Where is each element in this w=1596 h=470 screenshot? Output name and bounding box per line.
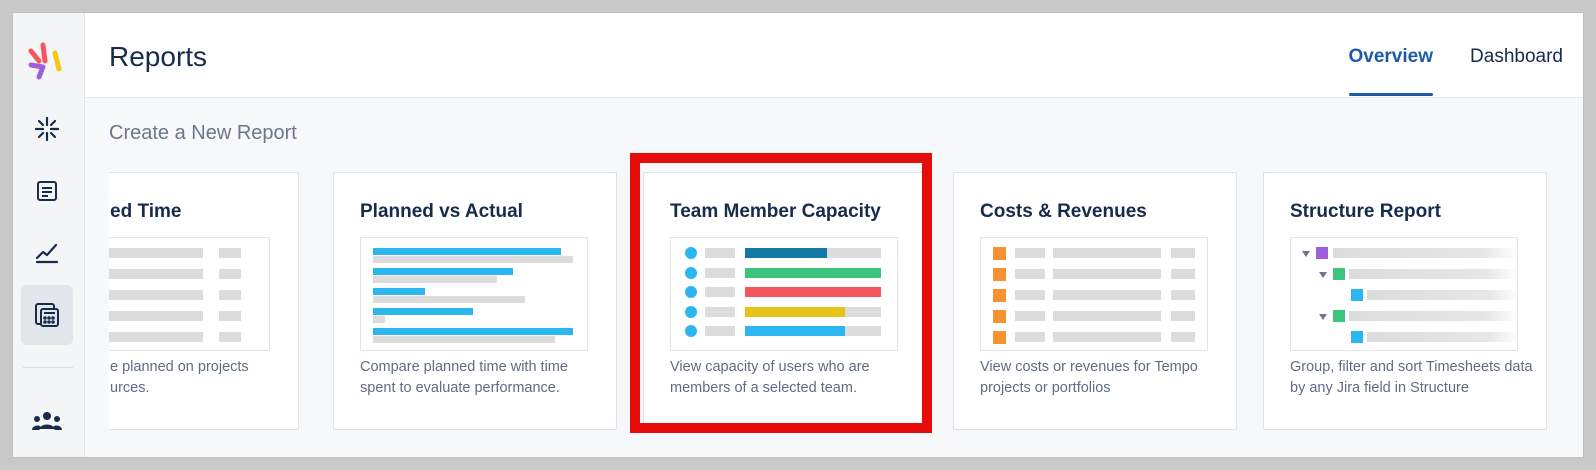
card-title: Team Member Capacity [670,201,881,222]
reports-calculator-icon[interactable] [21,285,73,345]
card-description: Group, filter and sort Timesheets data b… [1290,359,1533,396]
preview-graphic [109,248,241,342]
tab-dashboard[interactable]: Dashboard [1470,46,1563,68]
card-preview [670,237,898,351]
card-title: Structure Report [1290,201,1441,222]
card-preview [109,237,270,351]
sidebar [13,13,85,457]
preview-graphic [993,247,1195,344]
card-preview [1290,237,1518,351]
trend-chart-icon[interactable] [21,223,73,283]
card-description: Compare planned time with time spent to … [360,359,568,396]
active-tab-indicator [1349,93,1433,96]
teams-icon[interactable] [21,391,73,451]
card-description: View capacity of users who are members o… [670,359,870,396]
report-card-costs-revenues[interactable]: Costs & Revenues View costs or revenues … [953,172,1237,430]
preview-graphic [685,247,881,337]
tab-overview[interactable]: Overview [1349,46,1434,68]
tempo-logo-icon[interactable] [21,31,73,91]
card-title: Costs & Revenues [980,201,1147,222]
preview-graphic [1302,247,1517,343]
report-cards: ed Time e planned on projects urces. Pla… [109,172,1583,457]
card-title: ed Time [110,201,182,222]
report-card-time[interactable]: ed Time e planned on projects urces. [109,172,299,430]
app-window: Reports Overview Dashboard Create a New … [12,12,1584,458]
sparkle-icon[interactable] [21,99,73,159]
card-description: View costs or revenues for Tempo project… [980,359,1198,396]
section-title: Create a New Report [109,122,297,144]
content-area: Create a New Report ed Time e planned on… [85,97,1583,457]
card-preview [980,237,1208,351]
card-title: Planned vs Actual [360,201,523,222]
page-title: Reports [109,41,208,72]
sidebar-divider [23,367,73,368]
report-card-planned-vs-actual[interactable]: Planned vs Actual Compare planned time w… [333,172,617,430]
report-card-team-member-capacity[interactable]: Team Member Capacity View capacity of us… [643,172,927,430]
main-area: Reports Overview Dashboard Create a New … [85,13,1583,457]
card-description: e planned on projects urces. [110,359,249,396]
report-card-structure-report[interactable]: Structure Report Group, filter and sort … [1263,172,1547,430]
preview-graphic [373,248,573,343]
card-preview [360,237,588,351]
timesheet-icon[interactable] [21,161,73,221]
